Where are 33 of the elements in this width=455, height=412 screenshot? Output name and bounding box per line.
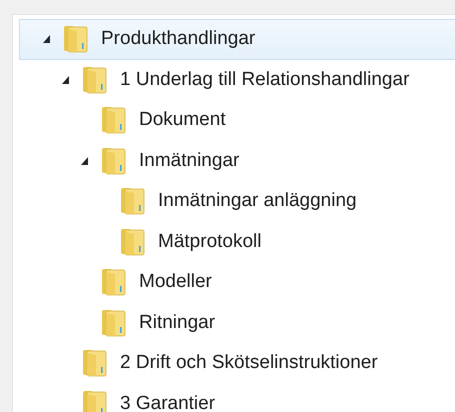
folder-icon: [63, 25, 89, 54]
folder-icon: [101, 308, 127, 337]
tree-item[interactable]: Produkthandlingar: [19, 19, 455, 60]
collapse-arrow-icon[interactable]: [80, 156, 90, 166]
folder-name: 1 Underlag till Relationshandlingar: [120, 68, 410, 91]
folder-name: Ritningar: [139, 312, 216, 334]
folder-name: Dokument: [139, 109, 226, 132]
folder-icon: [101, 146, 127, 175]
folder-icon: [82, 390, 108, 412]
tree-item[interactable]: 2 Drift och Skötselinstruktioner: [19, 343, 455, 384]
tree-item[interactable]: Inmätningar: [19, 140, 455, 181]
folder-icon: [120, 228, 146, 256]
folder-icon: [82, 66, 108, 94]
tree-item[interactable]: Ritningar: [19, 302, 455, 343]
tree-item[interactable]: Inmätningar anläggning: [19, 181, 455, 222]
folder-name: Produkthandlingar: [101, 28, 256, 50]
folder-name: Inmätningar: [139, 150, 240, 172]
tree-item[interactable]: Mätprotokoll: [19, 222, 455, 262]
folder-icon: [82, 349, 108, 378]
folder-name: Modeller: [139, 271, 212, 294]
tree-item[interactable]: 3 Garantier: [19, 384, 455, 412]
folder-name: 2 Drift och Skötselinstruktioner: [120, 352, 378, 374]
folder-icon: [101, 268, 127, 296]
tree-item[interactable]: Dokument: [19, 100, 455, 140]
folder-name: Mätprotokoll: [158, 230, 262, 253]
tree-item[interactable]: Modeller: [19, 262, 455, 302]
folder-name: Inmätningar anläggning: [158, 190, 357, 212]
tree-item[interactable]: 1 Underlag till Relationshandlingar: [19, 60, 455, 100]
folder-icon: [101, 106, 127, 134]
collapse-arrow-icon[interactable]: [42, 34, 52, 44]
folder-name: 3 Garantier: [120, 392, 216, 412]
folder-icon: [120, 187, 146, 216]
collapse-arrow-icon[interactable]: [61, 74, 71, 85]
